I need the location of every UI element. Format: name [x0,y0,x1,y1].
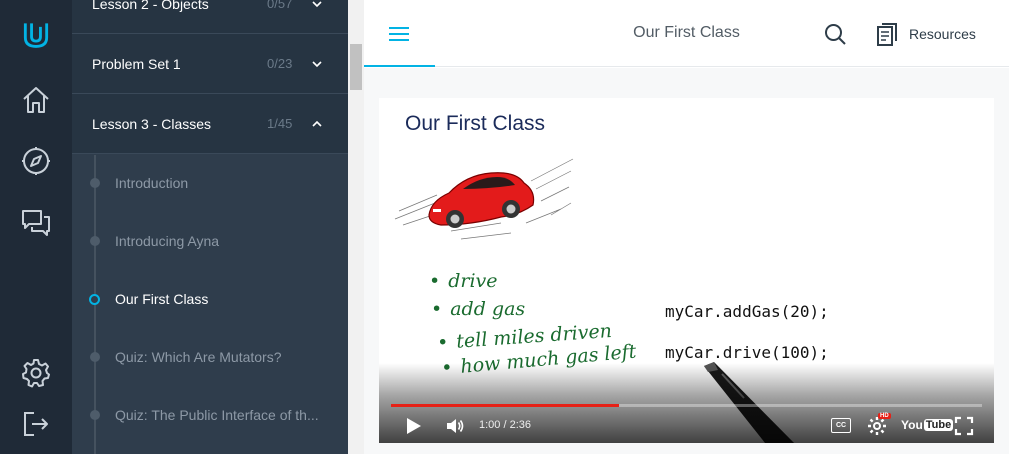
slide-title: Our First Class [405,112,546,135]
duration: 2:36 [509,419,532,431]
chevron-down-icon [312,60,322,67]
code-line: myCar.addGas(20); [665,302,829,321]
concept-item[interactable]: Quiz: Which Are Mutators? [72,328,348,386]
lesson-title: Problem Set 1 [92,55,181,72]
lesson-progress-count: 0/57 [267,0,293,11]
search-icon[interactable] [824,23,846,45]
volume-icon[interactable] [445,416,465,436]
youtube-logo-tube: Tube [923,419,954,431]
concept-title: Quiz: Which Are Mutators? [115,349,282,365]
settings-gear-icon[interactable] [867,416,887,436]
handwritten-bullet: add gas [431,298,525,320]
menu-active-underline [364,65,435,67]
hd-badge: HD [878,413,891,419]
top-header: Our First Class Resources [364,0,1009,67]
logout-icon[interactable] [18,406,54,442]
hamburger-menu-icon[interactable] [388,25,410,43]
youtube-logo[interactable]: You Tube [901,418,954,432]
played-bar [391,404,619,407]
concept-title: Our First Class [115,291,209,307]
lesson-progress-count: 0/23 [267,56,293,71]
resources-button[interactable]: Resources [876,20,976,48]
video-player[interactable]: Our First Class drive add gas tell miles… [379,98,994,443]
concept-status-dot [90,410,100,420]
lesson-title: Lesson 2 - Objects [92,0,209,12]
lesson-progress-count: 1/45 [267,116,293,131]
resources-label: Resources [909,26,976,42]
time-display: 1:00 / 2:36 [479,419,532,431]
udacity-logo-icon[interactable] [18,16,54,52]
concept-item[interactable]: Introducing Ayna [72,212,348,270]
lesson-nav: Lesson 2 - Objects 0/57 Problem Set 1 0/… [72,0,348,454]
concept-status-dot [89,293,100,305]
nav-scrollbar[interactable] [348,0,364,454]
play-icon[interactable] [403,416,423,436]
lesson-header-expanded[interactable]: Lesson 3 - Classes 1/45 [72,94,348,154]
chat-icon[interactable] [18,204,54,240]
chevron-down-icon [312,0,322,7]
video-progress-bar[interactable] [391,404,982,407]
resources-icon [877,23,897,46]
captions-icon[interactable]: CC [831,418,851,433]
concept-status-dot [90,236,100,246]
concept-title: Quiz: The Public Interface of th... [115,407,319,423]
lesson-title: Lesson 3 - Classes [92,115,212,132]
lesson-header[interactable]: Problem Set 1 0/23 [72,34,348,94]
icon-rail [0,0,72,454]
gear-icon[interactable] [18,355,54,391]
youtube-logo-you: You [901,418,923,432]
fullscreen-icon[interactable] [954,416,974,436]
lesson-header[interactable]: Lesson 2 - Objects 0/57 [72,0,348,34]
handwritten-bullet: drive [429,270,497,292]
concept-status-dot [90,352,100,362]
current-time: 1:00 [479,419,501,431]
concept-status-dot [90,178,100,188]
compass-icon[interactable] [18,143,54,179]
concept-title: Introduction [115,175,189,191]
chevron-up-icon [312,120,322,127]
home-icon[interactable] [18,82,54,118]
scrollbar-thumb[interactable] [350,44,362,90]
concept-item[interactable]: Quiz: The Public Interface of th... [72,386,348,444]
red-car-illustration [394,158,574,240]
page-title: Our First Class [633,24,740,41]
concept-title: Introducing Ayna [115,233,220,249]
concept-item-active[interactable]: Our First Class [72,270,348,328]
concept-item[interactable]: Introduction [72,154,348,212]
